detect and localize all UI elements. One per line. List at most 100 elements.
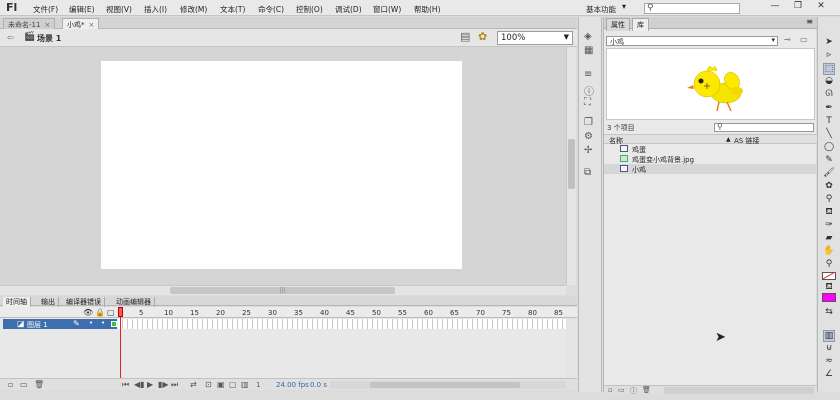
selection-tool-icon[interactable]: ➤	[823, 37, 835, 47]
smooth-icon[interactable]: ≈	[823, 356, 835, 366]
new-folder-icon[interactable]: ▭	[20, 380, 28, 389]
step-forward-icon[interactable]: ▮▶	[158, 380, 169, 389]
hand-tool-icon[interactable]: ✋	[823, 246, 835, 256]
tab-compiler-errors[interactable]: 编译器错误	[63, 297, 105, 307]
scene-panel-icon[interactable]: ⧉	[584, 167, 591, 178]
stage-canvas[interactable]	[101, 61, 462, 269]
center-frame-icon[interactable]: ⊡	[205, 380, 212, 389]
tab-output[interactable]: 输出	[38, 297, 59, 307]
lasso-tool-icon[interactable]: ᘏ	[823, 89, 835, 99]
scrollbar-thumb[interactable]: |||	[170, 287, 395, 294]
delete-icon[interactable]: 🗑	[642, 386, 651, 394]
library-document-select[interactable]: 小鸡 ▾	[606, 36, 778, 46]
menu-text[interactable]: 文本(T)	[220, 4, 245, 15]
doc-tab-untitled[interactable]: 未命名-11 ×	[3, 18, 56, 29]
back-arrow-icon[interactable]: ⇦	[7, 33, 14, 42]
scene-label[interactable]: 场景 1	[37, 33, 61, 44]
chevron-down-icon[interactable]: ▾	[622, 2, 626, 11]
outline-icon[interactable]: ▢	[107, 308, 115, 317]
edit-scene-icon[interactable]: ▤	[460, 30, 470, 43]
paint-bucket-tool-icon[interactable]: ⛾	[823, 207, 835, 218]
menu-debug[interactable]: 调试(D)	[335, 4, 362, 15]
timeline-horizontal-scrollbar[interactable]	[330, 381, 566, 389]
text-tool-icon[interactable]: T	[823, 116, 835, 126]
scrollbar-thumb[interactable]	[370, 382, 520, 388]
layer-row[interactable]: ◪ 图层 1 ✎ • •	[0, 319, 566, 329]
menu-insert[interactable]: 插入(I)	[144, 4, 167, 15]
stage-horizontal-scrollbar[interactable]: |||	[0, 285, 566, 295]
workspace-switcher[interactable]: 基本功能	[586, 4, 616, 15]
oval-tool-icon[interactable]: ◯	[823, 142, 835, 152]
onion-skin-icon[interactable]: ▣	[217, 380, 225, 389]
new-folder-icon[interactable]: ▭	[618, 386, 625, 394]
components-icon[interactable]: ⚙	[584, 131, 593, 142]
maximize-button[interactable]: ❐	[789, 1, 807, 13]
zoom-tool-icon[interactable]: ⚲	[823, 259, 835, 269]
menu-help[interactable]: 帮助(H)	[414, 4, 441, 15]
panel-menu-icon[interactable]: ≡	[806, 17, 813, 26]
close-icon[interactable]: ×	[44, 21, 50, 29]
align-icon[interactable]: ≡	[584, 69, 592, 80]
help-search-input[interactable]: ⚲	[644, 3, 740, 14]
lock-icon[interactable]: 🔒	[95, 308, 105, 317]
menu-view[interactable]: 视图(V)	[106, 4, 132, 15]
bone-tool-icon[interactable]: ⚲	[823, 194, 835, 204]
timeline-vertical-scrollbar[interactable]	[566, 318, 576, 378]
onion-outline-icon[interactable]: ▢	[229, 380, 237, 389]
frame-rate[interactable]: 24.00 fps	[276, 381, 309, 389]
frame-cells[interactable]	[118, 319, 566, 329]
library-search-input[interactable]: ⚲	[714, 122, 814, 132]
scrollbar-thumb[interactable]	[568, 139, 575, 189]
snap-icon[interactable]: ⊍	[823, 343, 835, 353]
loop-icon[interactable]: ⇄	[190, 380, 197, 389]
last-frame-icon[interactable]: ⏭	[171, 380, 178, 390]
visibility-dot-icon[interactable]: •	[89, 319, 93, 327]
library-horizontal-scrollbar[interactable]	[664, 387, 814, 394]
eye-icon[interactable]: 👁	[83, 308, 93, 317]
swap-colors-icon[interactable]: ⇆	[823, 307, 835, 317]
deco-tool-icon[interactable]: ✿	[823, 181, 835, 191]
pen-tool-icon[interactable]: ✒	[823, 103, 835, 113]
edit-symbols-icon[interactable]: ✿	[478, 30, 487, 43]
zoom-select[interactable]: 100% ▼	[497, 31, 573, 45]
list-item[interactable]: 小鸡	[604, 164, 817, 174]
step-back-icon[interactable]: ◀▮	[134, 380, 145, 389]
outline-color-swatch[interactable]	[111, 321, 117, 327]
tab-properties[interactable]: 属性	[606, 18, 630, 31]
pin-icon[interactable]: ⊸	[784, 35, 791, 44]
color-panel-icon[interactable]: ◈	[584, 31, 592, 42]
sort-icon[interactable]: ▲	[726, 136, 731, 143]
menu-file[interactable]: 文件(F)	[33, 4, 58, 15]
minimize-button[interactable]: —	[766, 1, 784, 13]
layer-cell[interactable]: ◪ 图层 1 ✎ • •	[3, 319, 117, 329]
straighten-icon[interactable]: ∠	[823, 369, 835, 379]
play-icon[interactable]: ▶	[147, 380, 153, 389]
3d-rotation-tool-icon[interactable]: ◒	[823, 76, 835, 86]
stage-pasteboard[interactable]	[0, 47, 566, 285]
swatches-icon[interactable]: ▦	[584, 45, 593, 56]
tab-library[interactable]: 库	[632, 18, 649, 31]
current-frame[interactable]: 1	[256, 381, 260, 389]
brush-tool-icon[interactable]: 🖌	[823, 168, 835, 178]
playhead[interactable]	[118, 307, 123, 317]
close-icon[interactable]: ×	[89, 21, 95, 29]
fill-color-swatch[interactable]	[822, 293, 836, 302]
pencil-tool-icon[interactable]: ✎	[823, 155, 835, 165]
tab-timeline[interactable]: 时间轴	[3, 297, 31, 307]
free-transform-tool-icon[interactable]: ⬚	[823, 63, 835, 75]
properties-icon[interactable]: ⓘ	[630, 386, 637, 396]
first-frame-icon[interactable]: ⏮	[122, 380, 129, 390]
doc-tab-chick[interactable]: 小鸡* ×	[62, 18, 100, 29]
menu-control[interactable]: 控制(O)	[296, 4, 323, 15]
code-snippets-icon[interactable]: ❐	[584, 117, 593, 128]
line-tool-icon[interactable]: ╲	[823, 129, 835, 139]
object-drawing-icon[interactable]: ▥	[823, 330, 835, 342]
menu-window[interactable]: 窗口(W)	[373, 4, 401, 15]
close-button[interactable]: ✕	[812, 1, 830, 13]
menu-edit[interactable]: 编辑(E)	[69, 4, 95, 15]
tab-motion-editor[interactable]: 动画编辑器	[113, 297, 155, 307]
layer-name[interactable]: 图层 1	[27, 320, 48, 330]
menu-commands[interactable]: 命令(C)	[258, 4, 284, 15]
menu-modify[interactable]: 修改(M)	[180, 4, 207, 15]
eraser-tool-icon[interactable]: ▰	[823, 233, 835, 243]
